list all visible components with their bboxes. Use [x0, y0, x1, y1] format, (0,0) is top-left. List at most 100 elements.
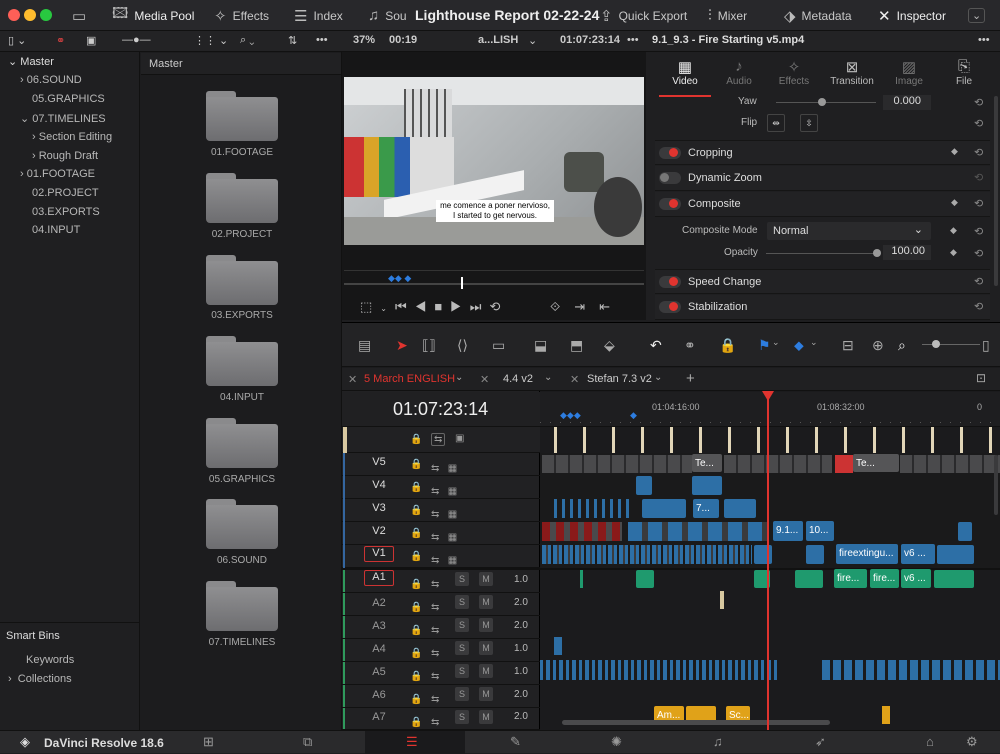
folder-icon[interactable] — [206, 336, 278, 386]
mixer-button[interactable]: ⫶ Mixer — [708, 0, 747, 31]
video-clip[interactable] — [542, 455, 692, 473]
reset-icon[interactable]: ⟲ — [974, 146, 983, 159]
timeline-playhead[interactable] — [767, 392, 769, 730]
inspector-scrollbar[interactable] — [994, 96, 998, 286]
video-clip[interactable] — [554, 499, 634, 518]
tab-image[interactable]: ▨ Image — [887, 58, 931, 87]
video-clip[interactable] — [542, 522, 622, 541]
chevron-down-icon[interactable]: ⌄ — [380, 304, 395, 313]
metadata-button[interactable]: ⬗ Metadata — [784, 0, 852, 31]
opacity-slider-track[interactable] — [766, 253, 878, 254]
audio-clip[interactable] — [882, 706, 890, 724]
tab-video[interactable]: ▦ Video — [663, 58, 707, 87]
dynamic-trim-icon[interactable]: ⟨⟩ — [457, 337, 468, 354]
video-clip[interactable] — [958, 522, 972, 541]
video-clip[interactable] — [542, 545, 752, 564]
folder-icon[interactable] — [206, 499, 278, 549]
mute-button[interactable]: M — [479, 710, 493, 724]
quick-export-button[interactable]: ⇪ Quick Export — [600, 0, 687, 31]
subtitle-clips[interactable] — [540, 427, 1000, 453]
lock-icon[interactable]: 🔒 — [410, 573, 422, 596]
add-tab-icon[interactable]: + — [686, 370, 695, 387]
overwrite-clip-icon[interactable]: ⬒ — [570, 337, 583, 354]
audio-clip[interactable] — [540, 660, 780, 680]
bin-item[interactable]: › 06.SOUND — [20, 74, 82, 86]
close-icon[interactable]: ✕ — [480, 373, 489, 386]
opacity-slider-handle[interactable] — [873, 249, 881, 257]
lock-icon[interactable]: 🔒 — [410, 505, 422, 516]
enable-track-icon[interactable]: ⇆ — [431, 688, 439, 711]
track-name[interactable]: A1 — [364, 570, 394, 586]
track-volume[interactable]: 1.0 — [514, 643, 528, 654]
viewer-timeline-name[interactable]: a...LISH — [478, 34, 518, 46]
audio-clip[interactable] — [636, 570, 654, 588]
keyframe-icon[interactable]: ◆ — [951, 197, 958, 208]
folder-icon[interactable] — [206, 255, 278, 305]
inspector-button[interactable]: ✕ Inspector — [878, 0, 946, 31]
prev-edit-icon[interactable]: ⇤ — [599, 299, 624, 314]
reset-icon[interactable]: ⟲ — [974, 275, 983, 288]
enable-track-icon[interactable]: ⇆ ▦ — [431, 480, 457, 503]
playhead-handle[interactable] — [762, 391, 774, 401]
solo-button[interactable]: S — [455, 710, 469, 724]
expand-menu-button[interactable]: ⌄ — [968, 0, 986, 31]
folder-icon[interactable] — [206, 581, 278, 631]
reset-icon[interactable]: ⟲ — [974, 171, 983, 184]
lock-icon[interactable]: 🔒 — [410, 642, 422, 665]
lock-icon[interactable]: 🔒 — [410, 688, 422, 711]
video-clip[interactable]: fireextingu... — [836, 544, 898, 564]
stabilization-row[interactable]: Stabilization ⟲ — [655, 295, 990, 320]
composite-row[interactable]: Composite ◆ ⟲ — [655, 192, 990, 217]
zoom-window-button[interactable] — [40, 9, 52, 21]
video-clip[interactable] — [724, 499, 756, 518]
audio-clip[interactable] — [580, 570, 583, 588]
scrub-playhead[interactable] — [461, 277, 463, 289]
opacity-value-field[interactable]: 100.00 — [883, 245, 931, 260]
composite-mode-select[interactable]: Normal ⌄ — [767, 222, 931, 240]
search-icon[interactable]: ⌕ ⌄ — [240, 34, 254, 47]
bin-item[interactable]: › Rough Draft — [32, 150, 98, 162]
solo-button[interactable]: S — [455, 618, 469, 632]
dynamic-zoom-row[interactable]: Dynamic Zoom ⟲ — [655, 166, 990, 191]
reset-icon[interactable]: ⟲ — [974, 96, 983, 109]
solo-button[interactable]: S — [455, 595, 469, 609]
video-clip[interactable]: 10... — [806, 521, 834, 541]
timeline-vertical-scrollbar[interactable] — [994, 455, 998, 515]
deliver-page-icon[interactable]: ➶ — [815, 734, 826, 750]
insert-clip-icon[interactable]: ⬓ — [534, 337, 547, 354]
fusion-page-icon[interactable]: ✎ — [510, 734, 521, 750]
flip-horizontal-button[interactable]: ⇹ — [767, 114, 785, 132]
minimize-window-button[interactable] — [24, 9, 36, 21]
panel-collapse-icon[interactable]: ▯ — [982, 337, 990, 354]
tab-effects[interactable]: ✧ Effects — [772, 58, 816, 87]
caption-icon[interactable]: ▣ — [86, 34, 96, 47]
tab-timeline-active[interactable]: 5 March ENGLISH — [364, 373, 455, 385]
video-clip[interactable] — [900, 455, 1000, 473]
link-icon[interactable]: ⚭ — [684, 337, 696, 354]
cropping-row[interactable]: Cropping ◆ ⟲ — [655, 140, 990, 165]
sound-library-button[interactable]: ♫ Sou — [368, 0, 407, 31]
chevron-down-icon[interactable]: ⌄ — [772, 337, 780, 348]
video-frame[interactable]: me comence a poner nervioso, I started t… — [344, 77, 644, 245]
blade-tool-icon[interactable]: ▭ — [492, 337, 505, 354]
bin-item[interactable]: › 01.FOOTAGE — [20, 168, 95, 180]
more-options-icon[interactable]: ••• — [978, 34, 990, 46]
zoom-slider-handle[interactable] — [932, 340, 940, 348]
go-to-start-icon[interactable]: ⏮ — [395, 299, 415, 314]
tab-timeline[interactable]: 4.4 v2 — [503, 373, 533, 385]
sort-icon[interactable]: ⇅ — [288, 34, 297, 47]
enable-track-icon[interactable]: ⇆ ▦ — [431, 526, 457, 549]
keyframe-icon[interactable]: ◆ — [951, 146, 958, 157]
lock-icon[interactable]: 🔒 — [410, 459, 422, 470]
solo-button[interactable]: S — [455, 572, 469, 586]
edit-page-icon[interactable]: ☰ — [406, 734, 418, 750]
enable-track-icon[interactable]: ⇆ ▦ — [431, 457, 457, 480]
chevron-down-icon[interactable]: ⌄ — [544, 372, 552, 383]
effects-button[interactable]: ✧ Effects — [214, 0, 269, 31]
keyframe-icon[interactable]: ◆ — [950, 247, 957, 258]
marker-icon[interactable]: ⬥ — [794, 337, 804, 354]
panel-toggle-icon[interactable]: ▯ ⌄ — [8, 34, 26, 47]
yaw-value-field[interactable]: 0.000 — [883, 95, 931, 110]
flag-icon[interactable]: ⚑ — [758, 337, 771, 354]
video-clip[interactable]: v6 ... — [901, 544, 935, 564]
